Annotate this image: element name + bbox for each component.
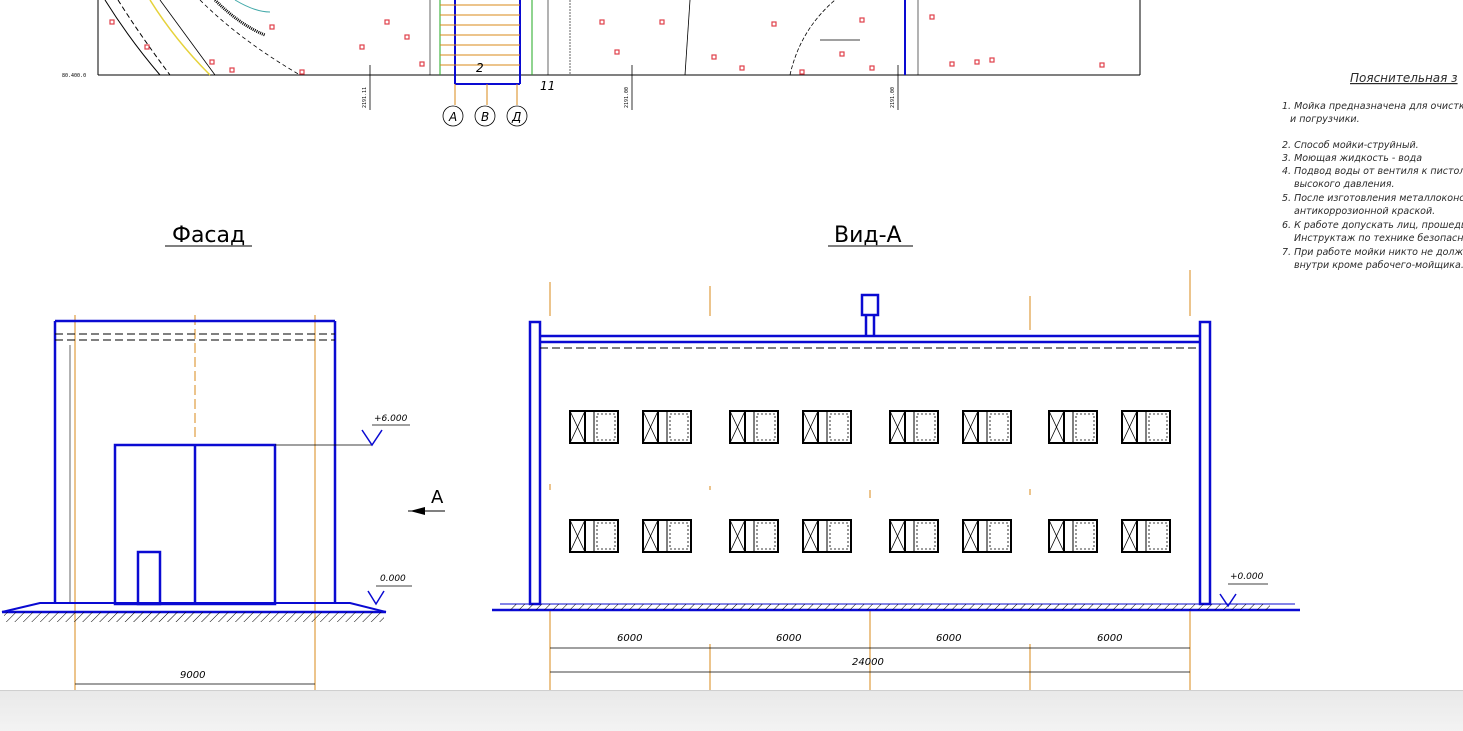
note-line: 5. После изготовления металлоконст [1282, 193, 1463, 204]
view-a-elev-ground: +0.000 [1230, 572, 1264, 582]
note-line: и погрузчики. [1290, 114, 1360, 125]
view-a-elevation: +0.000 6000 6000 6000 6000 24000 [492, 270, 1300, 690]
note-line: 1. Мойка предназначена для очистки с [1282, 101, 1463, 112]
plan-elevation-label: 80.400.0 [62, 73, 86, 79]
window [569, 519, 619, 553]
facade-view-marker: А [431, 487, 444, 508]
plan-marker-label: 2 [476, 61, 484, 75]
facade-title: Фасад [172, 223, 245, 248]
note-title: Пояснительная з [1350, 71, 1458, 85]
facade-elevation: +6.000 0.000 А 9000 [1, 315, 445, 690]
view-a-dim-total: 24000 [852, 657, 884, 668]
window [729, 519, 779, 553]
window [889, 410, 939, 444]
note-line: Инструктаж по технике безопасно [1294, 233, 1463, 244]
note-line: 4. Подвод воды от вентиля к пистоле [1282, 166, 1463, 177]
window [1121, 519, 1171, 553]
plan-station-label: 2191.11 [362, 87, 368, 108]
view-a-dim: 6000 [936, 633, 961, 644]
status-bar [0, 690, 1463, 731]
ground-hatch [4, 612, 384, 622]
facade-elev-ground: 0.000 [380, 574, 406, 584]
axis-label-a: А [448, 110, 457, 124]
view-a-title: Вид-А [834, 223, 902, 248]
view-a-dim: 6000 [617, 633, 642, 644]
site-plan: 80.400.0 2191.11 2191.00 2191.00 А В Д 2… [62, 0, 1141, 127]
plan-marker-label: 11 [540, 79, 555, 93]
window [1048, 410, 1098, 444]
note-line: 7. При работе мойки никто не должен [1282, 247, 1463, 258]
window [802, 410, 852, 444]
window-grid [569, 410, 1171, 553]
window [1121, 410, 1171, 444]
window [889, 519, 939, 553]
facade-elev-top: +6.000 [374, 414, 408, 424]
axis-label-d: Д [511, 110, 521, 124]
view-a-dim: 6000 [1097, 633, 1122, 644]
axis-label-b: В [481, 110, 489, 124]
note-line: 2. Способ мойки-струйный. [1282, 140, 1419, 151]
drawing-svg[interactable]: 80.400.0 2191.11 2191.00 2191.00 А В Д 2… [0, 0, 1463, 690]
window [729, 410, 779, 444]
window [962, 410, 1012, 444]
drawing-canvas[interactable]: 80.400.0 2191.11 2191.00 2191.00 А В Д 2… [0, 0, 1463, 690]
explanatory-note: Пояснительная з 1. Мойка предназначена д… [1282, 71, 1463, 271]
note-line: антикоррозионной краской. [1294, 206, 1435, 217]
window [1048, 519, 1098, 553]
plan-station-label: 2191.00 [890, 87, 896, 108]
window [642, 410, 692, 444]
note-line: 3. Моющая жидкость - вода [1282, 153, 1422, 164]
facade-dim-width: 9000 [180, 670, 205, 681]
view-a-dim: 6000 [776, 633, 801, 644]
window [962, 519, 1012, 553]
note-line: внутри кроме рабочего-мойщика. [1294, 260, 1463, 271]
note-line: высокого давления. [1294, 179, 1395, 190]
ground-hatch [510, 604, 1270, 610]
window [642, 519, 692, 553]
note-line: 6. К работе допускать лиц, прошедши [1282, 220, 1463, 231]
plan-station-label: 2191.00 [624, 87, 630, 108]
window [569, 410, 619, 444]
window [802, 519, 852, 553]
